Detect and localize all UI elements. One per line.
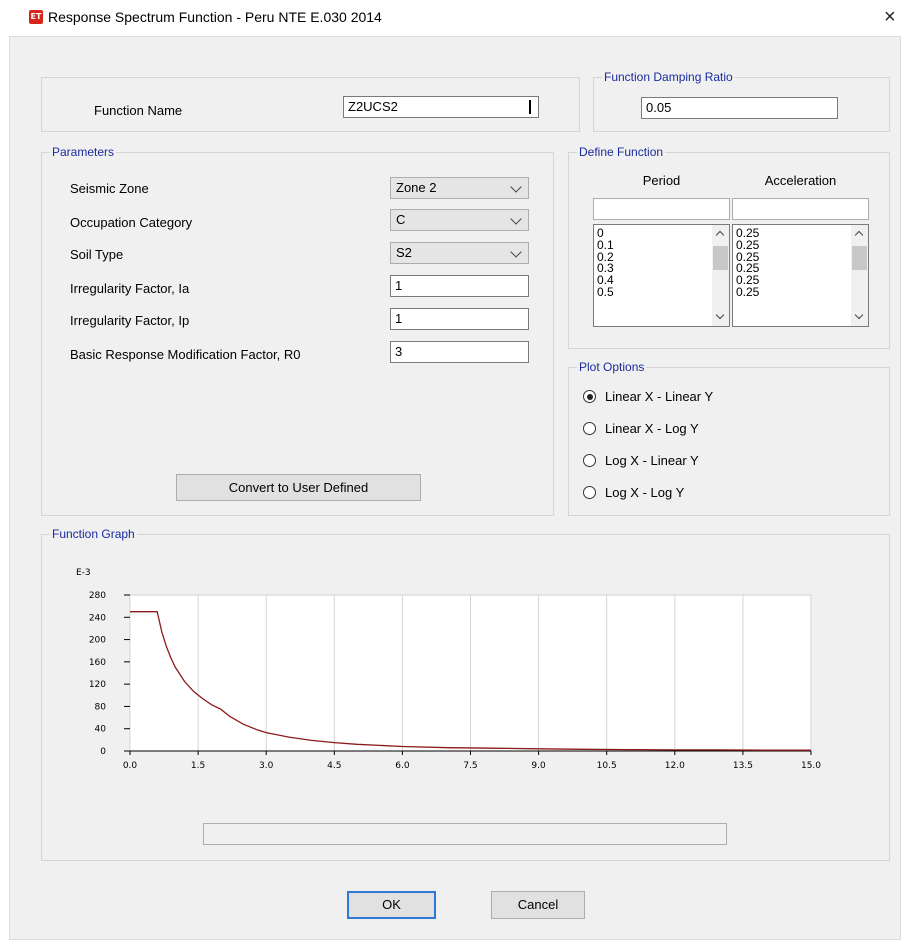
period-list-item[interactable]: 0.5 — [597, 286, 614, 299]
parameters-title: Parameters — [50, 145, 117, 160]
radio-label: Linear X - Linear Y — [605, 389, 714, 404]
y-tick-label: 120 — [89, 680, 106, 690]
function-name-label: Function Name — [94, 103, 183, 118]
irregularity-ip-input[interactable]: 1 — [390, 308, 529, 330]
text-cursor — [529, 100, 531, 114]
parameters-group: Parameters Seismic Zone Zone 2 Occupatio… — [41, 145, 554, 516]
plot-options-title: Plot Options — [577, 360, 647, 375]
define-function-group: Define Function Period Acceleration 0 0.1… — [568, 145, 890, 349]
period-list-rows: 0 0.1 0.2 0.3 0.4 0.5 — [597, 227, 614, 299]
y-tick-label: 0 — [100, 747, 106, 757]
damping-ratio-title: Function Damping Ratio — [602, 70, 735, 85]
seismic-zone-select[interactable]: Zone 2 — [390, 177, 529, 199]
scroll-down-icon[interactable] — [712, 309, 729, 326]
radio-label: Log X - Linear Y — [605, 453, 699, 468]
x-tick-label: 7.5 — [463, 761, 477, 771]
soil-type-select[interactable]: S2 — [390, 242, 529, 264]
function-name-group: Function Name Z2UCS2 — [41, 77, 580, 132]
scroll-thumb[interactable] — [852, 246, 867, 270]
damping-ratio-input[interactable]: 0.05 — [641, 97, 838, 119]
radio-button[interactable] — [583, 390, 596, 403]
y-tick-label: 80 — [95, 702, 107, 712]
y-tick-label: 240 — [89, 613, 106, 623]
x-tick-label: 6.0 — [395, 761, 410, 771]
acceleration-list-item[interactable]: 0.25 — [736, 286, 759, 299]
function-graph-group: Function Graph E-3 0.0 1.5 3.0 4.5 6.0 7.5 9.0 1… — [41, 527, 890, 861]
title-bar: ET Response Spectrum Function - Peru NTE… — [0, 0, 910, 36]
occupation-category-select[interactable]: C — [390, 209, 529, 231]
chevron-down-icon — [510, 213, 522, 225]
scroll-up-icon[interactable] — [851, 225, 868, 242]
window-title: Response Spectrum Function - Peru NTE E.… — [48, 9, 382, 25]
close-icon[interactable]: × — [884, 7, 896, 27]
function-graph-title: Function Graph — [50, 527, 137, 542]
irregularity-ip-label: Irregularity Factor, Ip — [70, 313, 190, 328]
x-tick-label: 15.0 — [801, 761, 821, 771]
acceleration-list[interactable]: 0.25 0.25 0.25 0.25 0.25 0.25 — [732, 224, 869, 327]
radio-button[interactable] — [583, 422, 596, 435]
x-tick-label: 9.0 — [531, 761, 546, 771]
radio-label: Linear X - Log Y — [605, 421, 699, 436]
x-tick-label: 0.0 — [123, 761, 138, 771]
acceleration-scrollbar[interactable] — [851, 225, 868, 326]
graph-status-bar — [203, 823, 727, 845]
cancel-button[interactable]: Cancel — [491, 891, 585, 919]
dialog-body: Function Name Z2UCS2 Function Damping Ra… — [9, 36, 901, 940]
ok-button[interactable]: OK — [347, 891, 436, 919]
y-tick-label: 40 — [95, 725, 107, 735]
irregularity-ia-label: Irregularity Factor, Ia — [70, 281, 190, 296]
scroll-down-icon[interactable] — [851, 309, 868, 326]
period-entry-input[interactable] — [593, 198, 730, 220]
convert-to-user-defined-button[interactable]: Convert to User Defined — [176, 474, 421, 501]
acceleration-list-rows: 0.25 0.25 0.25 0.25 0.25 0.25 — [736, 227, 759, 299]
function-graph-chart: E-3 0.0 1.5 3.0 4.5 6.0 7.5 9.0 10.5 12.0 13.5 15.0… — [76, 568, 821, 771]
y-tick-label: 280 — [89, 591, 106, 601]
scroll-up-icon[interactable] — [712, 225, 729, 242]
period-scrollbar[interactable] — [712, 225, 729, 326]
chevron-down-icon — [510, 246, 522, 258]
period-column-header: Period — [642, 173, 681, 188]
app-icon: ET — [29, 10, 43, 24]
x-tick-label: 3.0 — [259, 761, 274, 771]
r0-label: Basic Response Modification Factor, R0 — [70, 347, 301, 362]
radio-label: Log X - Log Y — [605, 485, 685, 500]
damping-ratio-group: Function Damping Ratio 0.05 — [593, 70, 890, 132]
scroll-thumb[interactable] — [713, 246, 728, 270]
chevron-down-icon — [510, 181, 522, 193]
x-tick-label: 1.5 — [191, 761, 205, 771]
y-multiplier-label: E-3 — [76, 568, 91, 578]
occupation-category-label: Occupation Category — [70, 215, 193, 230]
r0-input[interactable]: 3 — [390, 341, 529, 363]
x-tick-label: 12.0 — [665, 761, 685, 771]
x-tick-label: 4.5 — [327, 761, 341, 771]
x-tick-label: 13.5 — [733, 761, 753, 771]
x-tick-label: 10.5 — [597, 761, 617, 771]
period-list[interactable]: 0 0.1 0.2 0.3 0.4 0.5 — [593, 224, 730, 327]
soil-type-label: Soil Type — [70, 247, 124, 262]
radio-button[interactable] — [583, 486, 596, 499]
define-function-title: Define Function — [577, 145, 666, 160]
y-tick-label: 200 — [89, 636, 106, 646]
plot-options-group: Plot Options Linear X - Linear Y Linear … — [568, 360, 890, 516]
y-tick-label: 160 — [89, 658, 106, 668]
acceleration-column-header: Acceleration — [764, 173, 837, 188]
irregularity-ia-input[interactable]: 1 — [390, 275, 529, 297]
function-name-input[interactable]: Z2UCS2 — [343, 96, 539, 118]
radio-button[interactable] — [583, 454, 596, 467]
seismic-zone-label: Seismic Zone — [70, 181, 149, 196]
acceleration-entry-input[interactable] — [732, 198, 869, 220]
